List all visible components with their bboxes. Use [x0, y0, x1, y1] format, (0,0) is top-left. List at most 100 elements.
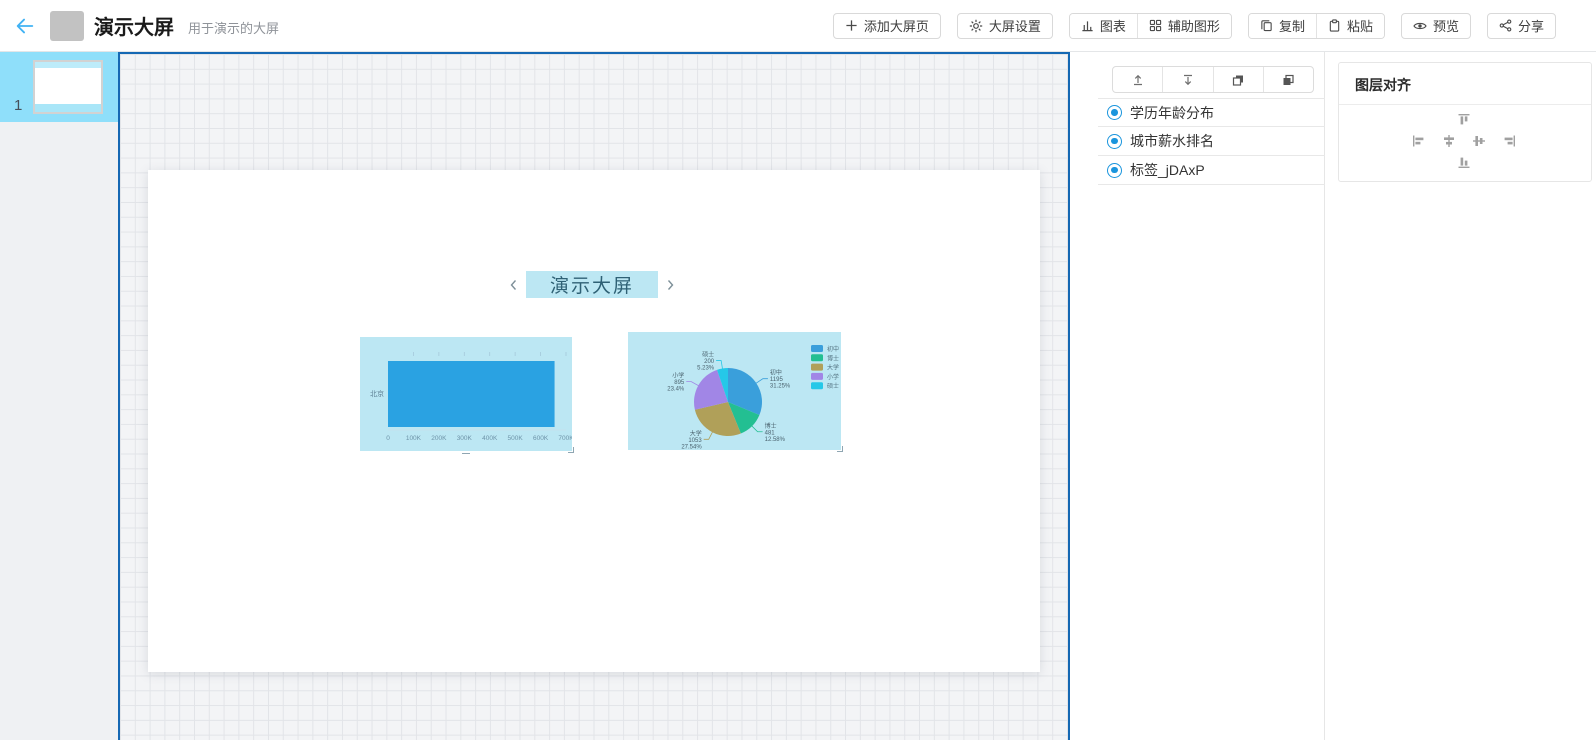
pie-chart-element[interactable]: 初中119531.25%博士48112.58%大学105327.54%小学895… — [628, 332, 841, 450]
gear-icon — [969, 19, 983, 33]
svg-text:200K: 200K — [431, 435, 447, 442]
layer-selected-radio[interactable] — [1107, 105, 1122, 120]
layer-align-box: 图层对齐 — [1338, 62, 1592, 182]
plus-icon — [845, 19, 858, 32]
move-layer-down-icon — [1281, 73, 1295, 87]
share-label: 分享 — [1518, 16, 1544, 35]
align-right-button[interactable] — [1501, 133, 1517, 149]
pages-sidebar: 1 — [0, 52, 118, 740]
svg-text:北京: 北京 — [370, 389, 384, 398]
clipboard-paste-icon — [1328, 19, 1341, 32]
svg-text:小学89523.4%: 小学89523.4% — [667, 372, 685, 393]
page-thumbnail-item-selected[interactable]: 1 — [0, 52, 118, 122]
preview-button[interactable]: 预览 — [1401, 13, 1471, 39]
align-top-button[interactable] — [1456, 112, 1472, 128]
share-nodes-icon — [1499, 19, 1512, 32]
align-left-icon — [1412, 134, 1426, 148]
page-thumbnail-preview — [33, 60, 103, 114]
align-top-icon — [1457, 113, 1471, 127]
align-bottom-button[interactable] — [1456, 154, 1472, 170]
layer-list: 学历年龄分布城市薪水排名标签_jDAxP — [1098, 98, 1325, 185]
send-to-back-button[interactable] — [1162, 67, 1212, 92]
move-layer-down-button[interactable] — [1263, 67, 1313, 92]
add-page-button[interactable]: 添加大屏页 — [833, 13, 941, 39]
canvas-title-label-element[interactable]: 演示大屏 — [526, 271, 658, 298]
layer-order-toolbar — [1112, 66, 1314, 93]
screen-subtitle: 用于演示的大屏 — [188, 18, 279, 37]
bar-chart: 北京0100K200K300K400K500K600K700K — [360, 337, 572, 451]
app-window: 演示大屏 用于演示的大屏 添加大屏页 大屏设置 图表 辅助图形 — [0, 0, 1596, 740]
eye-icon — [1413, 19, 1427, 33]
copy-label: 复制 — [1279, 16, 1305, 35]
clipboard-button-group: 复制 粘贴 — [1248, 13, 1385, 39]
resize-handle-corner-icon[interactable] — [568, 447, 574, 453]
bring-to-front-icon — [1131, 73, 1145, 87]
resize-handle-left-icon[interactable] — [510, 279, 517, 290]
svg-text:400K: 400K — [482, 435, 498, 442]
svg-text:0: 0 — [386, 435, 390, 442]
blocks-grid-icon — [1149, 19, 1162, 32]
aux-shapes-button[interactable]: 辅助图形 — [1137, 14, 1231, 38]
share-button[interactable]: 分享 — [1487, 13, 1556, 39]
svg-text:初中: 初中 — [827, 345, 839, 353]
svg-text:500K: 500K — [508, 435, 524, 442]
add-page-label: 添加大屏页 — [864, 16, 929, 35]
svg-text:硕士: 硕士 — [827, 382, 839, 390]
properties-panel: 图层对齐 — [1326, 52, 1596, 740]
copy-button[interactable]: 复制 — [1249, 14, 1316, 38]
send-to-back-icon — [1181, 73, 1195, 87]
svg-text:300K: 300K — [457, 435, 473, 442]
back-button[interactable] — [12, 13, 38, 39]
bar-chart-element[interactable]: 北京0100K200K300K400K500K600K700K — [360, 337, 572, 451]
resize-handle-corner-icon[interactable] — [837, 446, 843, 452]
layer-row[interactable]: 标签_jDAxP — [1098, 156, 1325, 185]
thumbnail-top-strip — [35, 62, 101, 68]
paste-button[interactable]: 粘贴 — [1316, 14, 1384, 38]
canvas-viewport[interactable]: 演示大屏 北京0100K200K300K400K500K600K700K 初中1… — [118, 52, 1070, 740]
screen-settings-button[interactable]: 大屏设置 — [957, 13, 1053, 39]
move-layer-up-button[interactable] — [1213, 67, 1263, 92]
layer-label: 城市薪水排名 — [1130, 131, 1214, 151]
layer-label: 学历年龄分布 — [1130, 103, 1214, 123]
copy-icon — [1260, 19, 1273, 32]
align-right-icon — [1502, 134, 1516, 148]
layer-row[interactable]: 城市薪水排名 — [1098, 127, 1325, 156]
align-vertical-center-button[interactable] — [1471, 133, 1487, 149]
canvas-title-text: 演示大屏 — [550, 271, 634, 298]
topbar: 演示大屏 用于演示的大屏 添加大屏页 大屏设置 图表 辅助图形 — [0, 0, 1596, 52]
screen-title: 演示大屏 — [94, 11, 174, 40]
canvas-page[interactable] — [148, 170, 1040, 672]
svg-text:大学: 大学 — [827, 364, 839, 372]
layer-align-title: 图层对齐 — [1339, 63, 1591, 105]
layer-selected-radio[interactable] — [1107, 134, 1122, 149]
move-layer-up-icon — [1231, 73, 1245, 87]
layer-row[interactable]: 学历年龄分布 — [1098, 98, 1325, 127]
layer-label: 标签_jDAxP — [1130, 160, 1205, 180]
align-icons-area — [1339, 107, 1591, 181]
svg-text:博士: 博士 — [827, 354, 839, 362]
align-horizontal-center-button[interactable] — [1441, 133, 1457, 149]
align-bottom-icon — [1457, 155, 1471, 169]
aux-shapes-label: 辅助图形 — [1168, 16, 1220, 35]
svg-text:初中119531.25%: 初中119531.25% — [770, 369, 791, 390]
screen-logo-placeholder — [50, 11, 84, 41]
align-left-button[interactable] — [1411, 133, 1427, 149]
pie-chart: 初中119531.25%博士48112.58%大学105327.54%小学895… — [628, 332, 841, 450]
svg-text:硕士2005.23%: 硕士2005.23% — [697, 351, 715, 372]
paste-label: 粘贴 — [1347, 16, 1373, 35]
bring-to-front-button[interactable] — [1113, 67, 1162, 92]
thumbnail-bottom-strip — [35, 104, 101, 112]
insert-button-group: 图表 辅助图形 — [1069, 13, 1232, 39]
chart-button[interactable]: 图表 — [1070, 14, 1137, 38]
resize-handle-bottom-icon[interactable] — [462, 451, 470, 454]
resize-handle-right-icon[interactable] — [667, 279, 674, 290]
svg-text:700K: 700K — [558, 435, 572, 442]
layers-panel: 学历年龄分布城市薪水排名标签_jDAxP — [1070, 52, 1325, 740]
preview-label: 预览 — [1433, 16, 1459, 35]
align-horizontal-center-icon — [1442, 134, 1456, 148]
settings-label: 大屏设置 — [989, 16, 1041, 35]
layer-selected-radio[interactable] — [1107, 163, 1122, 178]
svg-text:100K: 100K — [406, 435, 422, 442]
svg-text:大学105327.54%: 大学105327.54% — [681, 429, 702, 450]
page-number: 1 — [14, 97, 22, 114]
